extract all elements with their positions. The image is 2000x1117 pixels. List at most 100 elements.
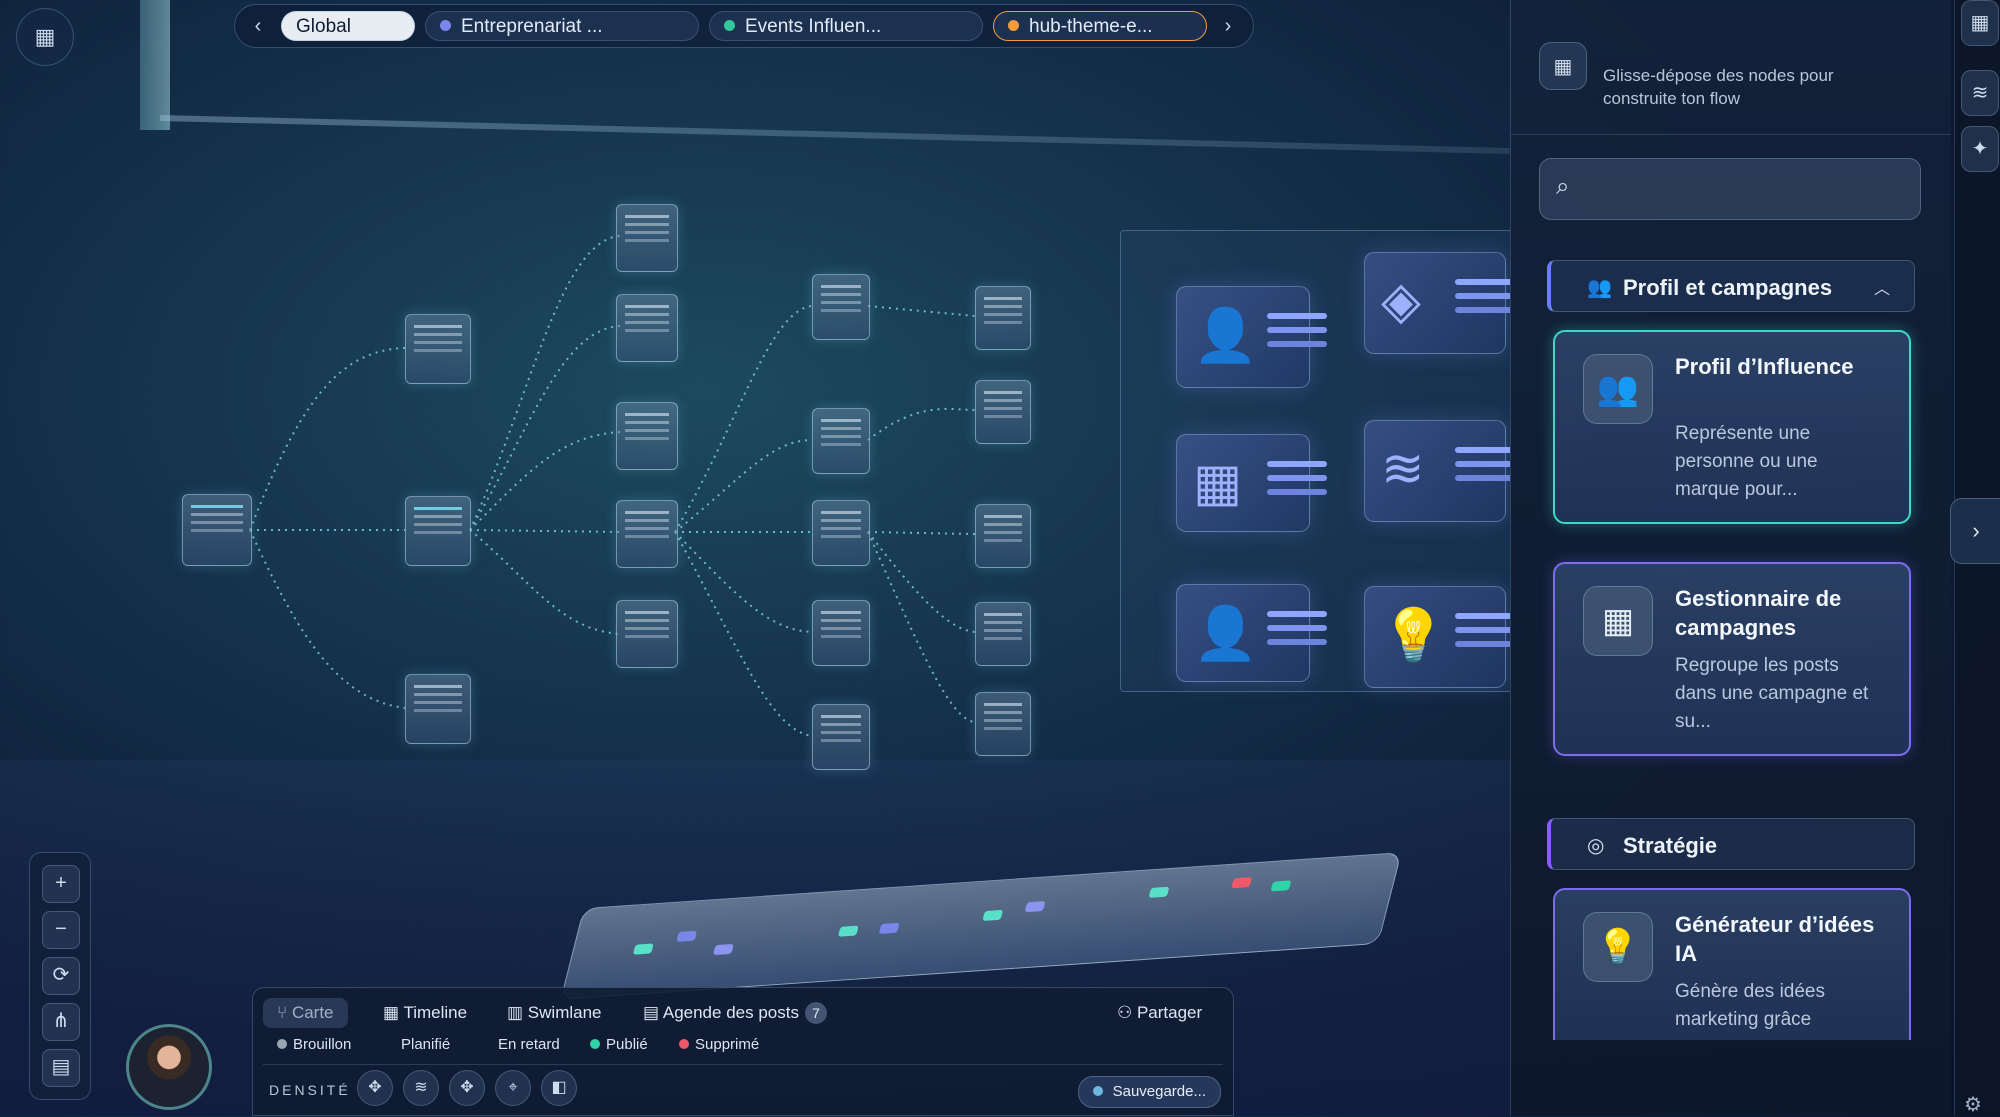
node-card-profil-influence[interactable]: 👥 Profil d’Influence Représente une pers… bbox=[1553, 330, 1911, 524]
share-user-icon: ⚇ bbox=[1117, 1003, 1137, 1022]
search-input[interactable] bbox=[1594, 169, 1908, 211]
lightbulb-icon: 💡 bbox=[1381, 607, 1446, 665]
grid-icon[interactable]: ▦ bbox=[1961, 0, 1999, 46]
view-tab-swimlane[interactable]: ▥ Swimlane bbox=[507, 998, 602, 1028]
chevron-right-icon[interactable]: › bbox=[1213, 11, 1243, 41]
flow-node[interactable] bbox=[616, 204, 678, 272]
chevron-up-icon[interactable]: ︿ bbox=[1874, 275, 1890, 299]
calendar-icon: ▦ bbox=[383, 1003, 404, 1022]
shelf-card-layers[interactable]: ◈ bbox=[1364, 252, 1510, 354]
node-card-gestionnaire-campagnes[interactable]: ▦ Gestionnaire de campagnes Regroupe les… bbox=[1553, 562, 1911, 756]
stack-icon: ≋ bbox=[1381, 440, 1425, 498]
save-status[interactable]: Sauvegarde... bbox=[1077, 1076, 1221, 1108]
tab-color-dot bbox=[1008, 20, 1019, 32]
section-strategie[interactable]: ◎ Stratégie bbox=[1547, 818, 1915, 870]
flow-node[interactable] bbox=[975, 286, 1031, 350]
chevron-right-icon: › bbox=[1972, 518, 1980, 543]
agenda-icon: ▤ bbox=[643, 1003, 663, 1022]
calculator-button[interactable]: ▤ bbox=[42, 1049, 80, 1087]
flow-node[interactable] bbox=[812, 500, 870, 566]
flow-node[interactable] bbox=[812, 274, 870, 340]
columns-icon: ▥ bbox=[507, 1003, 528, 1022]
node-library-panel: ▦ Glisse-dépose des nodes pour construit… bbox=[1510, 0, 1951, 1116]
layers-icon[interactable]: ≋ bbox=[1961, 70, 1999, 116]
lightbulb-icon: 💡 bbox=[1583, 912, 1653, 982]
avatar[interactable] bbox=[126, 1024, 212, 1110]
move-icon[interactable]: ✥ bbox=[449, 1070, 485, 1106]
brain-icon: ◎ bbox=[1587, 835, 1605, 857]
grid-icon: ▦ bbox=[1583, 586, 1653, 656]
divider bbox=[1511, 134, 1951, 135]
panel-icon[interactable]: ◧ bbox=[541, 1070, 577, 1106]
view-tab-timeline[interactable]: ▦ Timeline bbox=[383, 998, 467, 1028]
person-icon: 👤 bbox=[1193, 307, 1258, 365]
shelf-card-person[interactable]: 👤 bbox=[1176, 584, 1327, 682]
flow-node[interactable] bbox=[405, 496, 471, 566]
chevron-left-icon[interactable]: ‹ bbox=[243, 11, 273, 41]
flow-node[interactable] bbox=[812, 704, 870, 770]
grid-icon: ▦ bbox=[34, 24, 56, 49]
gear-icon[interactable]: ⚙ bbox=[1964, 1092, 1982, 1117]
layers-icon[interactable]: ≋ bbox=[403, 1070, 439, 1106]
shelf-card-profile[interactable]: 👤 bbox=[1176, 286, 1327, 388]
zoom-out-button[interactable]: − bbox=[42, 911, 80, 949]
fit-view-button[interactable]: ⟳ bbox=[42, 957, 80, 995]
flow-node[interactable] bbox=[812, 600, 870, 666]
share-button[interactable]: ⚇ Partager bbox=[1117, 998, 1202, 1028]
flow-node[interactable] bbox=[182, 494, 252, 566]
shelf-card-idea[interactable]: 💡 bbox=[1364, 586, 1510, 688]
panel-hint: Glisse-dépose des nodes pour construite … bbox=[1603, 66, 1834, 108]
workspace-tab-bar: ‹ Global Entreprenariat ... Events Influ… bbox=[234, 4, 1254, 48]
grid-icon: ▦ bbox=[1539, 42, 1587, 90]
flow-node[interactable] bbox=[405, 674, 471, 744]
tab-global[interactable]: Global bbox=[281, 11, 415, 41]
count-badge: 7 bbox=[804, 1002, 827, 1024]
branch-icon: ⑂ bbox=[277, 1003, 292, 1022]
view-tab-agenda[interactable]: ▤ Agende des posts 7 bbox=[643, 998, 827, 1028]
flow-node[interactable] bbox=[616, 402, 678, 470]
legend-supprime[interactable]: Supprimé bbox=[679, 1036, 759, 1053]
node-card-generateur-idees[interactable]: 💡 Générateur d’idées IA Génère des idées… bbox=[1553, 888, 1911, 1040]
section-profil-campagnes[interactable]: 👥 Profil et campagnes ︿ bbox=[1547, 260, 1915, 312]
flow-node[interactable] bbox=[975, 602, 1031, 666]
flow-node[interactable] bbox=[812, 408, 870, 474]
users-icon: 👥 bbox=[1587, 277, 1612, 299]
tab-hub-theme[interactable]: hub-theme-e... bbox=[993, 11, 1207, 41]
canvas-toolbar: + − ⟳ ⋔ ▤ bbox=[29, 852, 91, 1100]
legend-planifie[interactable]: Planifié bbox=[401, 1036, 450, 1053]
tab-entreprenariat[interactable]: Entreprenariat ... bbox=[425, 11, 699, 41]
move-icon[interactable]: ✥ bbox=[357, 1070, 393, 1106]
users-icon: 👥 bbox=[1583, 354, 1653, 424]
legend-brouillon[interactable]: Brouillon bbox=[277, 1036, 351, 1053]
tab-color-dot bbox=[724, 20, 735, 32]
flow-node[interactable] bbox=[975, 692, 1031, 756]
flow-node[interactable] bbox=[405, 314, 471, 384]
sparkle-icon[interactable]: ✦ bbox=[1961, 126, 1999, 172]
flow-node[interactable] bbox=[616, 500, 678, 568]
focus-icon[interactable]: ⌖ bbox=[495, 1070, 531, 1106]
canvas-scene[interactable]: 👤 ◈ ▦ ≋ 👤 💡 bbox=[0, 0, 1510, 1116]
view-dock: ⑂ Carte ▦ Timeline ▥ Swimlane ▤ Agende d… bbox=[252, 987, 1234, 1116]
apps-grid-button[interactable]: ▦ bbox=[16, 8, 74, 66]
shelf-card-stack[interactable]: ≋ bbox=[1364, 420, 1510, 522]
grid-icon: ▦ bbox=[1193, 454, 1243, 512]
search-icon: ⌕ bbox=[1556, 173, 1570, 200]
legend-en-retard[interactable]: En retard bbox=[498, 1036, 560, 1053]
flow-node[interactable] bbox=[616, 294, 678, 362]
panel-expand-button[interactable]: › bbox=[1950, 498, 2000, 564]
flow-node[interactable] bbox=[975, 380, 1031, 444]
view-tab-carte[interactable]: ⑂ Carte bbox=[263, 998, 348, 1028]
flow-node[interactable] bbox=[616, 600, 678, 668]
tab-events-influen[interactable]: Events Influen... bbox=[709, 11, 983, 41]
shelf-card-grid[interactable]: ▦ bbox=[1176, 434, 1327, 532]
hierarchy-button[interactable]: ⋔ bbox=[42, 1003, 80, 1041]
density-label: DENSITÉ bbox=[269, 1082, 351, 1098]
zoom-in-button[interactable]: + bbox=[42, 865, 80, 903]
divider bbox=[263, 1064, 1223, 1065]
flow-node[interactable] bbox=[975, 504, 1031, 568]
legend-publie[interactable]: Publié bbox=[590, 1036, 648, 1053]
person-icon: 👤 bbox=[1193, 605, 1258, 663]
layers-icon: ◈ bbox=[1381, 272, 1421, 330]
tab-color-dot bbox=[440, 20, 451, 32]
node-search: ⌕ bbox=[1539, 158, 1921, 220]
